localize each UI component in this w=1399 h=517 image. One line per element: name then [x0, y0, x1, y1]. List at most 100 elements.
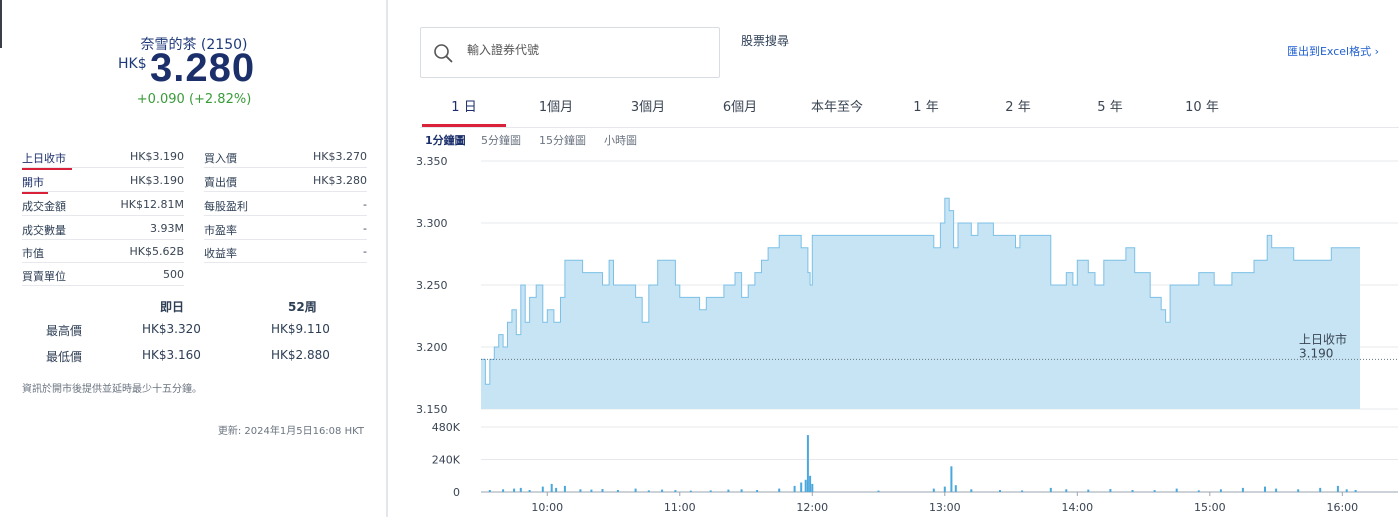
- volume-bar: [1021, 490, 1024, 492]
- volume-bar: [616, 490, 619, 492]
- volume-bar: [528, 490, 531, 492]
- stat-prev-close: 上日收市 HK$3.190: [22, 146, 184, 168]
- price-value: 3.280: [150, 46, 256, 90]
- stat-bid: 買入價 HK$3.270: [204, 146, 367, 168]
- volume-bar: [519, 487, 522, 492]
- interval-5min[interactable]: 5分鐘圖: [481, 132, 521, 148]
- search-input[interactable]: [467, 43, 707, 57]
- range-low-52w: HK$2.880: [271, 348, 330, 362]
- stat-value: -: [363, 198, 367, 211]
- stat-value: HK$3.190: [130, 174, 184, 187]
- range-high-52w: HK$9.110: [271, 322, 330, 336]
- volume-bar: [1153, 490, 1156, 492]
- volume-bar: [1197, 490, 1200, 492]
- tab-6m[interactable]: 6個月: [700, 96, 780, 115]
- range-high-intraday: HK$3.320: [142, 322, 201, 336]
- range-low-intraday: HK$3.160: [142, 348, 201, 362]
- volume-bar: [647, 490, 650, 492]
- volume-bar: [1175, 488, 1178, 492]
- volume-bar: [793, 485, 796, 492]
- stat-value: 500: [163, 268, 184, 281]
- volume-bar: [709, 490, 712, 492]
- interval-15min[interactable]: 15分鐘圖: [539, 132, 586, 148]
- price-y-tick-label: 3.200: [416, 341, 448, 354]
- price-y-axis: 3.350 3.300 3.250 3.200 3.150: [416, 155, 448, 416]
- range-high-label: 最高價: [46, 324, 83, 338]
- stat-label: 賣出價: [204, 176, 237, 189]
- volume-bar: [877, 490, 880, 492]
- volume-bar: [740, 489, 743, 492]
- volume-bar: [806, 435, 809, 492]
- volume-bar: [661, 489, 664, 492]
- stat-value: -: [363, 245, 367, 258]
- volume-bar: [579, 489, 582, 492]
- price-y-tick-label: 3.250: [416, 279, 448, 292]
- volume-bar: [756, 490, 759, 492]
- stat-pe: 市盈率 -: [204, 218, 367, 240]
- volume-bar: [1264, 486, 1266, 492]
- tab-3m[interactable]: 3個月: [608, 96, 688, 115]
- stat-label: 每股盈利: [204, 200, 248, 213]
- prev-close-label: 上日收市: [1299, 331, 1347, 346]
- volume-y-axis: 480K 240K 0: [432, 421, 461, 499]
- volume-bars: [488, 435, 1357, 493]
- stat-label: 成交金額: [22, 200, 66, 213]
- volume-bar: [1065, 489, 1068, 492]
- volume-y-tick-label: 0: [453, 486, 460, 499]
- tab-2y[interactable]: 2 年: [978, 96, 1058, 115]
- volume-bar: [778, 488, 781, 492]
- intraday-chart: 上日收市 3.190 3.350 3.300 3.250 3.200 3.150 480…: [416, 155, 1398, 514]
- volume-bar: [1219, 489, 1222, 492]
- range-col-intraday: 即日: [160, 300, 185, 314]
- stat-label: 市盈率: [204, 224, 237, 237]
- volume-bar: [1345, 489, 1348, 492]
- period-tabs: 1 日 1個月 3個月 6個月 本年至今 1 年 2 年 5 年 10 年: [420, 88, 1399, 128]
- tab-1m[interactable]: 1個月: [516, 96, 596, 115]
- tab-10y[interactable]: 10 年: [1162, 96, 1242, 115]
- x-tick-label: 12:00: [796, 501, 828, 514]
- stat-label: 市值: [22, 247, 44, 260]
- stat-value: HK$5.62B: [129, 245, 184, 258]
- volume-bar: [555, 487, 558, 492]
- volume-bar: [550, 483, 553, 492]
- volume-bar: [541, 486, 544, 492]
- stat-value: HK$3.270: [313, 150, 367, 163]
- volume-bar: [1049, 487, 1052, 492]
- stock-search-box[interactable]: [420, 27, 720, 78]
- export-excel-link[interactable]: 匯出到Excel格式 ›: [1287, 43, 1379, 59]
- stat-lot-size: 買賣單位 500: [22, 264, 184, 286]
- volume-bar: [999, 490, 1001, 492]
- delay-note: 資訊於開市後提供並延時最少十五分鐘。: [22, 384, 202, 395]
- time-x-axis: 10:00 11:00 12:00 13:00 14:00 15:00 16:00: [531, 492, 1358, 514]
- volume-bar: [488, 490, 491, 492]
- interval-hourly[interactable]: 小時圖: [604, 132, 637, 148]
- volume-bar: [1275, 488, 1278, 492]
- price-y-tick-label: 3.300: [416, 217, 448, 230]
- volume-bar: [502, 489, 505, 492]
- stat-label: 收益率: [204, 247, 237, 260]
- stock-search-label: 股票搜尋: [741, 34, 790, 48]
- volume-y-tick-label: 480K: [432, 421, 461, 434]
- stat-label: 買賣單位: [22, 270, 66, 283]
- volume-bar: [727, 489, 730, 492]
- volume-bar: [674, 490, 677, 492]
- stat-value: -: [363, 222, 367, 235]
- range-low-label: 最低價: [46, 350, 83, 364]
- volume-bar: [601, 489, 604, 492]
- range-col-52w: 52周: [288, 300, 317, 314]
- volume-bar: [970, 489, 973, 492]
- tab-1y[interactable]: 1 年: [886, 96, 966, 115]
- volume-bar: [1354, 490, 1357, 492]
- x-tick-label: 11:00: [664, 501, 696, 514]
- tab-1d[interactable]: 1 日: [422, 96, 506, 115]
- volume-bar: [1336, 485, 1339, 492]
- volume-bar: [1087, 489, 1090, 492]
- interval-1min[interactable]: 1分鐘圖: [425, 132, 466, 148]
- tab-ytd[interactable]: 本年至今: [792, 96, 882, 115]
- x-tick-label: 10:00: [531, 501, 563, 514]
- price-y-tick-label: 3.150: [416, 403, 448, 416]
- volume-bar: [513, 488, 516, 492]
- volume-bar: [1241, 487, 1244, 492]
- volume-bar: [954, 485, 957, 492]
- tab-5y[interactable]: 5 年: [1070, 96, 1150, 115]
